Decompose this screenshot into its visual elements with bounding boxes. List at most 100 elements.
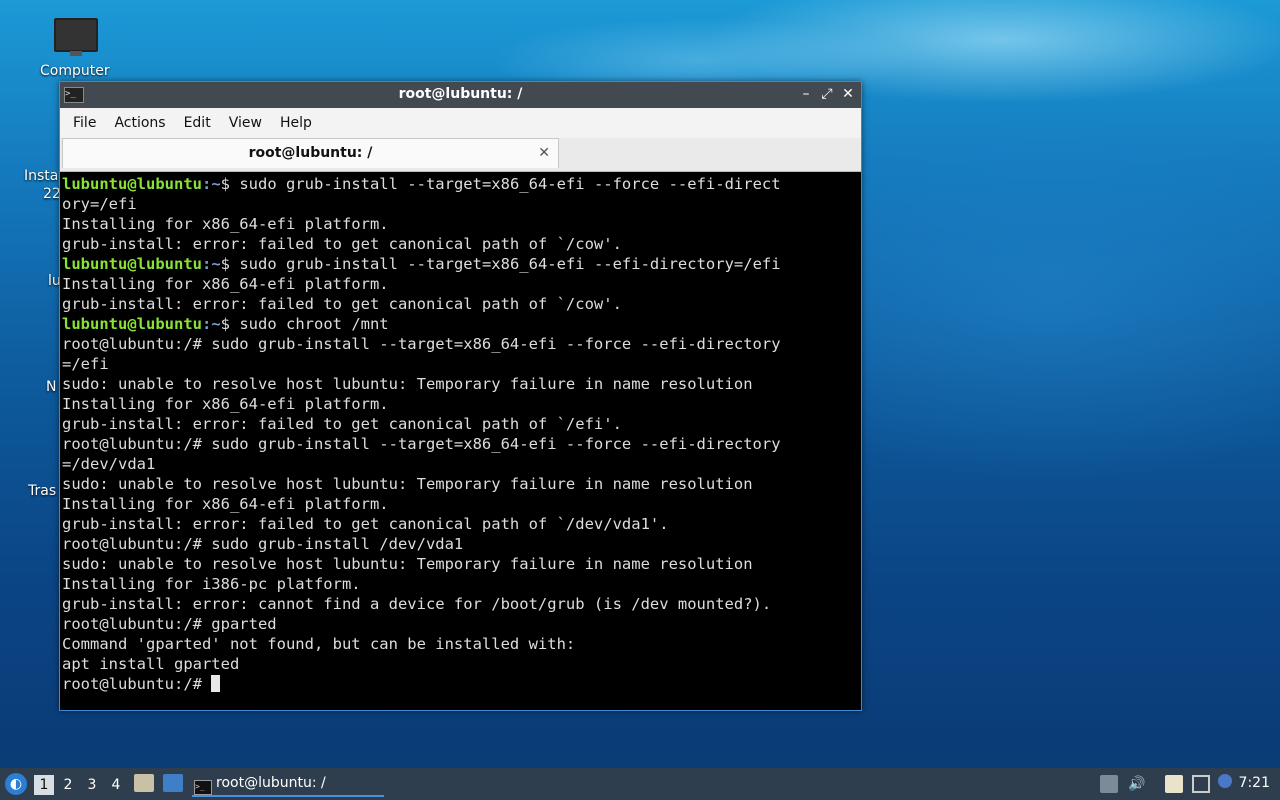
show-desktop-icon[interactable] <box>163 774 183 792</box>
line-text: grub-install: error: failed to get canon… <box>62 235 622 253</box>
minimize-button[interactable]: – <box>797 85 815 103</box>
prompt-symbol: $ <box>220 315 230 333</box>
line-text: grub-install: error: failed to get canon… <box>62 415 622 433</box>
terminal-line: sudo: unable to resolve host lubuntu: Te… <box>62 554 861 574</box>
menu-edit[interactable]: Edit <box>175 115 220 131</box>
terminal-line: grub-install: error: failed to get canon… <box>62 234 861 254</box>
close-button[interactable]: ✕ <box>839 85 857 103</box>
line-text: sudo grub-install --target=x86_64-efi --… <box>230 255 781 273</box>
terminal-line: grub-install: error: failed to get canon… <box>62 294 861 314</box>
window-title: root@lubuntu: / <box>398 86 523 102</box>
text-cursor <box>211 675 221 692</box>
line-text: sudo: unable to resolve host lubuntu: Te… <box>62 375 753 393</box>
prompt-user: lubuntu@lubuntu <box>62 255 202 273</box>
terminal-output[interactable]: lubuntu@lubuntu:~$ sudo grub-install --t… <box>62 173 861 710</box>
line-text: grub-install: error: failed to get canon… <box>62 295 622 313</box>
line-text: Installing for x86_64-efi platform. <box>62 395 389 413</box>
clipboard-icon[interactable] <box>1165 775 1183 793</box>
line-text: ory=/efi <box>62 195 137 213</box>
updates-icon[interactable] <box>1100 775 1118 793</box>
terminal-line: sudo: unable to resolve host lubuntu: Te… <box>62 474 861 494</box>
computer-icon[interactable] <box>54 18 98 56</box>
menu-view[interactable]: View <box>220 115 271 131</box>
prompt-symbol: $ <box>220 255 230 273</box>
line-text: root@lubuntu:/# sudo grub-install --targ… <box>62 435 781 453</box>
terminal-line: =/dev/vda1 <box>62 454 861 474</box>
desktop-icon-trash-label[interactable]: Tras <box>28 483 56 499</box>
terminal-line: grub-install: error: failed to get canon… <box>62 414 861 434</box>
prompt-path: :~ <box>201 255 221 273</box>
menu-bar: File Actions Edit View Help <box>60 108 861 138</box>
terminal-line: root@lubuntu:/# sudo grub-install --targ… <box>62 334 861 354</box>
line-text: root@lubuntu:/# gparted <box>62 615 277 633</box>
line-text: =/efi <box>62 355 109 373</box>
terminal-line: root@lubuntu:/# sudo grub-install --targ… <box>62 434 861 454</box>
prompt-path: :~ <box>201 315 221 333</box>
desktop-icon-n-label[interactable]: N <box>46 379 56 395</box>
terminal-line: Installing for x86_64-efi platform. <box>62 214 861 234</box>
terminal-line: grub-install: error: failed to get canon… <box>62 514 861 534</box>
tab-close-icon[interactable]: ✕ <box>538 139 550 167</box>
line-text: sudo grub-install --target=x86_64-efi --… <box>230 175 781 193</box>
taskbar: ◐ 1 2 3 4 >_ root@lubuntu: / 🔊 7:21 <box>0 768 1280 800</box>
workspace-1[interactable]: 1 <box>34 775 54 795</box>
terminal-line: root@lubuntu:/# gparted <box>62 614 861 634</box>
terminal-line: ory=/efi <box>62 194 861 214</box>
taskbar-task-label: root@lubuntu: / <box>216 775 326 791</box>
tab-label: root@lubuntu: / <box>248 145 373 161</box>
start-menu-icon[interactable]: ◐ <box>5 773 27 795</box>
terminal-line: grub-install: error: cannot find a devic… <box>62 594 861 614</box>
terminal-line: =/efi <box>62 354 861 374</box>
file-manager-icon[interactable] <box>134 774 154 792</box>
desktop-icon-computer-label[interactable]: Computer <box>40 63 110 79</box>
terminal-line: root@lubuntu:/# sudo grub-install /dev/v… <box>62 534 861 554</box>
prompt-symbol: $ <box>220 175 230 193</box>
taskbar-task-terminal[interactable]: >_ root@lubuntu: / <box>192 771 384 797</box>
line-text: Installing for x86_64-efi platform. <box>62 495 389 513</box>
terminal-line: sudo: unable to resolve host lubuntu: Te… <box>62 374 861 394</box>
menu-actions[interactable]: Actions <box>105 115 174 131</box>
terminal-current-line[interactable]: root@lubuntu:/# <box>62 674 861 694</box>
desktop-icon-install-label[interactable]: Insta <box>24 168 58 184</box>
prompt-user: lubuntu@lubuntu <box>62 175 202 193</box>
line-text: Installing for i386-pc platform. <box>62 575 361 593</box>
terminal-line: Installing for x86_64-efi platform. <box>62 274 861 294</box>
prompt-user: lubuntu@lubuntu <box>62 315 202 333</box>
workspace-2[interactable]: 2 <box>58 775 78 795</box>
clock[interactable]: 7:21 <box>1239 775 1270 791</box>
line-text: sudo: unable to resolve host lubuntu: Te… <box>62 555 753 573</box>
volume-icon[interactable]: 🔊 <box>1128 775 1146 793</box>
maximize-button[interactable]: ⤢ <box>818 85 836 103</box>
terminal-window[interactable]: >_ root@lubuntu: / – ⤢ ✕ File Actions Ed… <box>59 81 862 711</box>
line-text: Command 'gparted' not found, but can be … <box>62 635 576 653</box>
line-text: root@lubuntu:/# sudo grub-install --targ… <box>62 335 781 353</box>
line-text: sudo: unable to resolve host lubuntu: Te… <box>62 475 753 493</box>
menu-help[interactable]: Help <box>271 115 321 131</box>
terminal-line: Installing for x86_64-efi platform. <box>62 394 861 414</box>
workspace-3[interactable]: 3 <box>82 775 102 795</box>
terminal-line: lubuntu@lubuntu:~$ sudo grub-install --t… <box>62 174 861 194</box>
tab-bar: root@lubuntu: / ✕ <box>60 138 861 172</box>
prompt-path: :~ <box>201 175 221 193</box>
terminal-line: Installing for x86_64-efi platform. <box>62 494 861 514</box>
line-text: =/dev/vda1 <box>62 455 156 473</box>
notification-icon[interactable] <box>1218 774 1232 788</box>
tab-terminal[interactable]: root@lubuntu: / ✕ <box>62 138 559 168</box>
menu-file[interactable]: File <box>64 115 105 131</box>
terminal-line: lubuntu@lubuntu:~$ sudo chroot /mnt <box>62 314 861 334</box>
terminal-line: apt install gparted <box>62 654 861 674</box>
line-text: sudo chroot /mnt <box>230 315 389 333</box>
terminal-line: lubuntu@lubuntu:~$ sudo grub-install --t… <box>62 254 861 274</box>
line-text: grub-install: error: failed to get canon… <box>62 515 669 533</box>
line-text: Installing for x86_64-efi platform. <box>62 275 389 293</box>
window-titlebar[interactable]: >_ root@lubuntu: / – ⤢ ✕ <box>60 82 861 108</box>
taskbar-terminal-icon: >_ <box>194 780 212 795</box>
workspace-4[interactable]: 4 <box>106 775 126 795</box>
current-prompt: root@lubuntu:/# <box>62 675 212 693</box>
line-text: grub-install: error: cannot find a devic… <box>62 595 772 613</box>
terminal-line: Command 'gparted' not found, but can be … <box>62 634 861 654</box>
network-icon[interactable] <box>1192 775 1210 793</box>
line-text: apt install gparted <box>62 655 240 673</box>
line-text: Installing for x86_64-efi platform. <box>62 215 389 233</box>
terminal-line: Installing for i386-pc platform. <box>62 574 861 594</box>
